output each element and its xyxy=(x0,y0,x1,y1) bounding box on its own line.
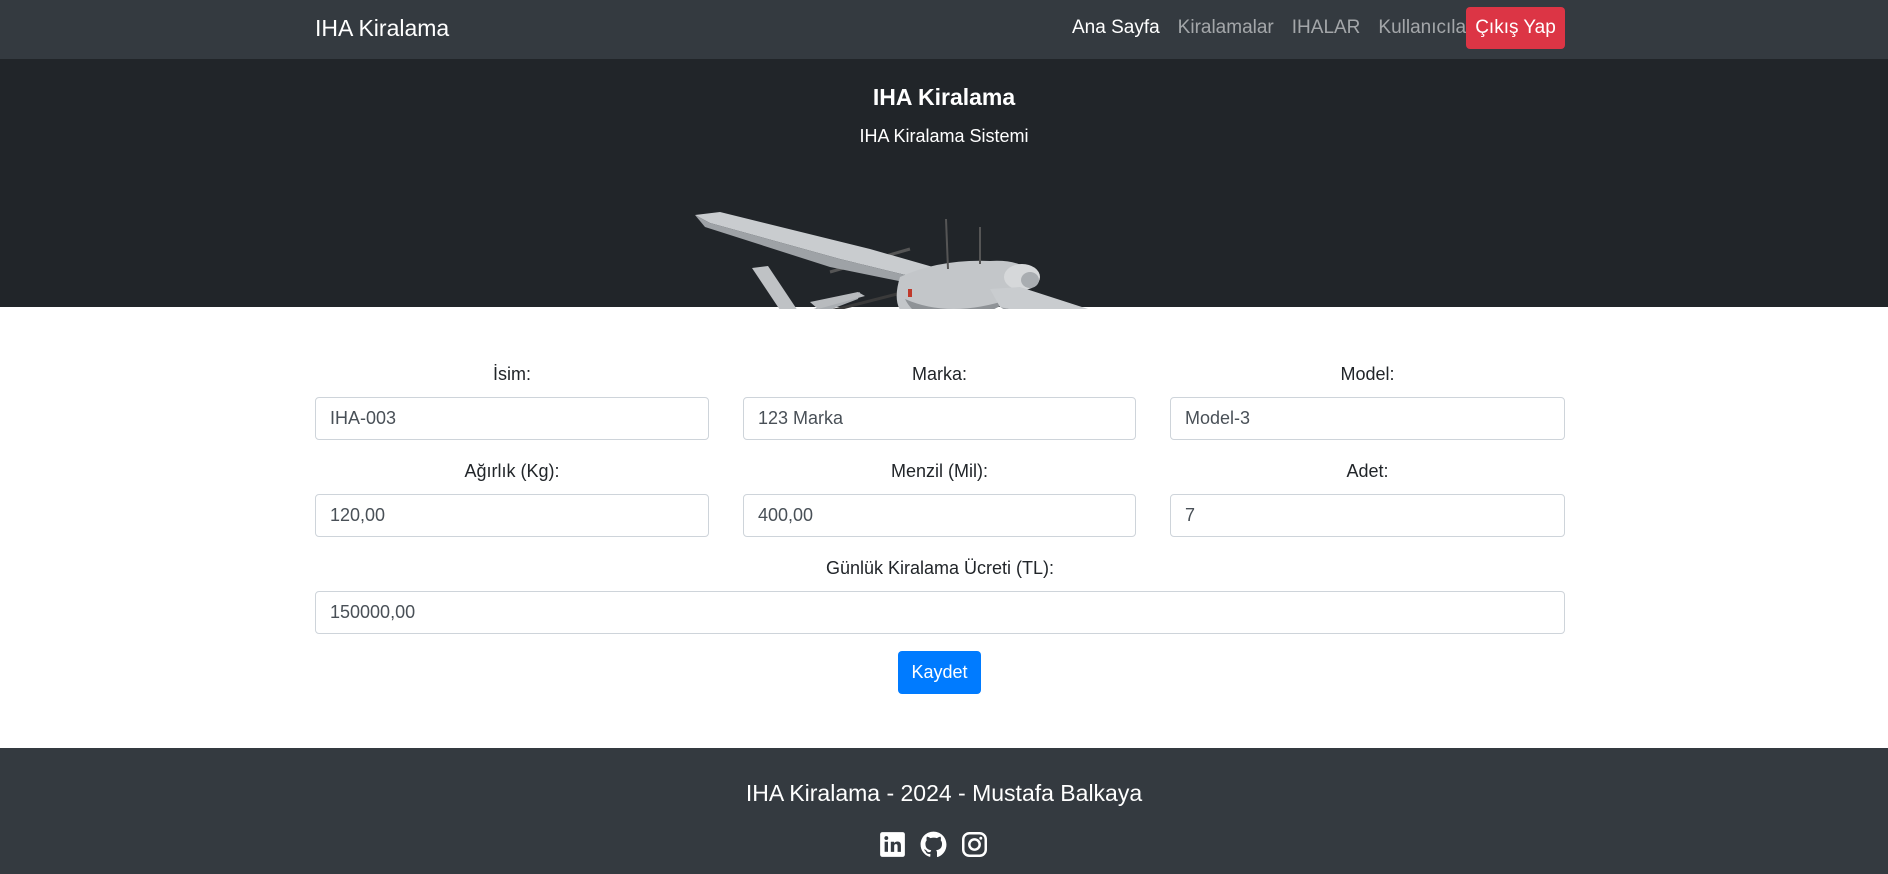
weight-input[interactable] xyxy=(315,494,709,537)
logout-button[interactable]: Çıkış Yap xyxy=(1466,7,1565,49)
instagram-icon[interactable] xyxy=(961,831,988,858)
name-label: İsim: xyxy=(493,364,531,384)
github-icon[interactable] xyxy=(920,831,947,858)
social-links xyxy=(879,831,988,858)
brand-label: Marka: xyxy=(911,364,967,384)
hero-banner: IHA Kiralama IHA Kiralama Sistemi xyxy=(0,59,1888,309)
drone-image xyxy=(695,212,1089,309)
quantity-input[interactable] xyxy=(1170,494,1565,537)
model-label: Model: xyxy=(1340,364,1395,384)
nav-link-users[interactable]: Kullanıcılar xyxy=(1378,16,1472,40)
nav-link-ihalar[interactable]: IHALAR xyxy=(1292,16,1361,40)
brand-link[interactable]: IHA Kiralama xyxy=(315,14,449,42)
range-input[interactable] xyxy=(743,494,1136,537)
hero-subtitle: IHA Kiralama Sistemi xyxy=(859,126,1029,146)
daily-fee-label: Günlük Kiralama Ücreti (TL): xyxy=(825,558,1055,578)
quantity-label: Adet: xyxy=(1346,461,1389,481)
footer-text: IHA Kiralama - 2024 - Mustafa Balkaya xyxy=(745,780,1143,806)
nav-links: Ana Sayfa Kiralamalar IHALAR Kullanıcıla… xyxy=(1072,16,1472,40)
range-label: Menzil (Mil): xyxy=(891,461,988,481)
nav-link-rentals[interactable]: Kiralamalar xyxy=(1178,16,1274,40)
save-button[interactable]: Kaydet xyxy=(898,651,981,694)
footer: IHA Kiralama - 2024 - Mustafa Balkaya xyxy=(0,748,1888,874)
nav-link-home[interactable]: Ana Sayfa xyxy=(1072,16,1160,40)
daily-fee-input[interactable] xyxy=(315,591,1565,634)
model-input[interactable] xyxy=(1170,397,1565,440)
linkedin-icon[interactable] xyxy=(879,831,906,858)
name-input[interactable] xyxy=(315,397,709,440)
weight-label: Ağırlık (Kg): xyxy=(464,461,560,481)
hero-title: IHA Kiralama xyxy=(872,84,1016,110)
brand-input[interactable] xyxy=(743,397,1136,440)
navbar: IHA Kiralama Ana Sayfa Kiralamalar IHALA… xyxy=(0,0,1888,59)
